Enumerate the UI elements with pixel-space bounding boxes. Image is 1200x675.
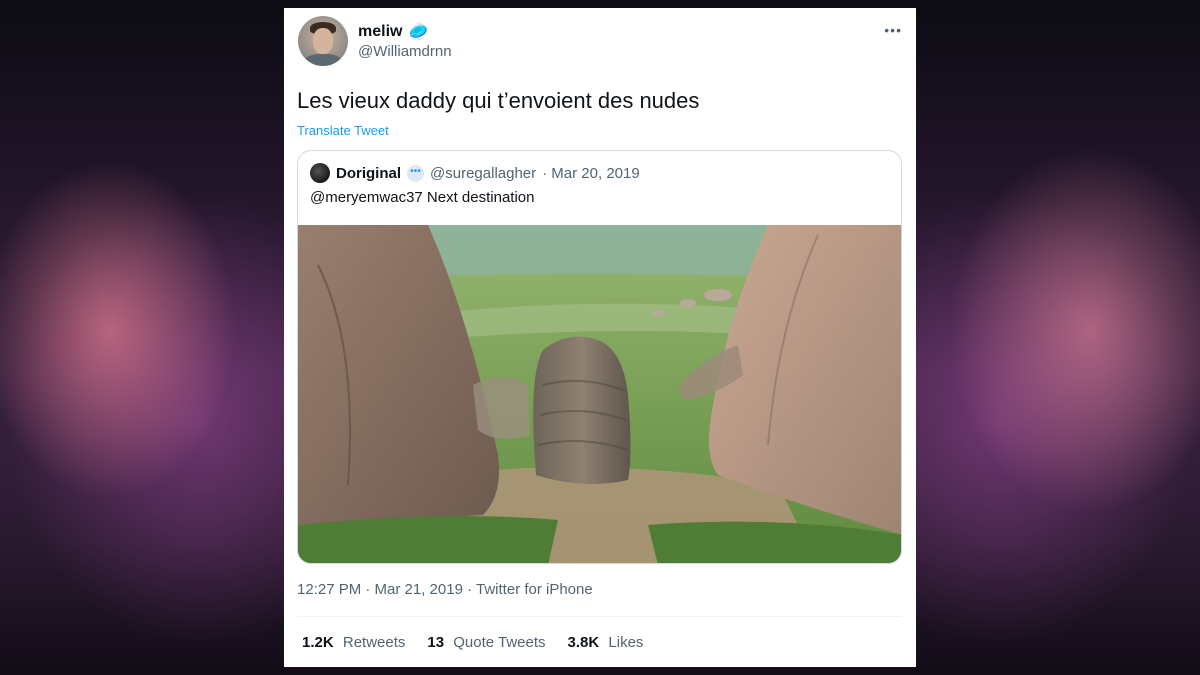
author-name[interactable]: meliw	[358, 23, 402, 41]
quoted-tweet-photo[interactable]	[298, 225, 902, 564]
retweets-stat[interactable]: 1.2K Retweets	[302, 634, 405, 651]
author-handle[interactable]: @Williamdrnn	[358, 43, 452, 60]
quoted-tweet-header: Doriginal ••• @suregallagher · Mar 20, 2…	[310, 163, 640, 183]
likes-stat[interactable]: 3.8K Likes	[568, 634, 644, 651]
quoted-tweet[interactable]: Doriginal ••• @suregallagher · Mar 20, 2…	[297, 150, 902, 564]
likes-count: 3.8K	[567, 634, 600, 651]
quoted-author-avatar[interactable]	[310, 163, 330, 183]
tweet-card: meliw 🥏 @Williamdrnn ••• Les vieux daddy…	[284, 8, 916, 667]
tweet-timestamp[interactable]: 12:27 PM · Mar 21, 2019 · Twitter for iP…	[297, 581, 593, 598]
disc-emoji-icon: 🥏	[408, 24, 429, 41]
translate-tweet-link[interactable]: Translate Tweet	[297, 123, 389, 138]
quote-tweets-label: Quote Tweets	[453, 634, 546, 651]
author-avatar[interactable]	[298, 16, 348, 66]
likes-label: Likes	[608, 634, 644, 651]
engagement-stats: 1.2K Retweets 13 Quote Tweets 3.8K Likes	[302, 634, 643, 651]
quote-tweets-count: 13	[427, 634, 445, 651]
author-name-row[interactable]: meliw 🥏	[358, 22, 428, 42]
retweets-count: 1.2K	[302, 634, 334, 651]
quote-tweets-stat[interactable]: 13 Quote Tweets	[427, 634, 545, 651]
quoted-tweet-text: @meryemwac37 Next destination	[310, 189, 535, 206]
quoted-author-handle[interactable]: @suregallagher	[430, 165, 536, 182]
more-options-icon[interactable]: •••	[884, 22, 902, 38]
quoted-date[interactable]: · Mar 20, 2019	[542, 165, 640, 182]
tweet-text: Les vieux daddy qui t’envoient des nudes	[297, 88, 700, 113]
divider	[297, 616, 902, 617]
speech-bubble-icon: •••	[407, 164, 425, 182]
quoted-author-name[interactable]: Doriginal	[336, 165, 401, 182]
retweets-label: Retweets	[342, 634, 406, 651]
